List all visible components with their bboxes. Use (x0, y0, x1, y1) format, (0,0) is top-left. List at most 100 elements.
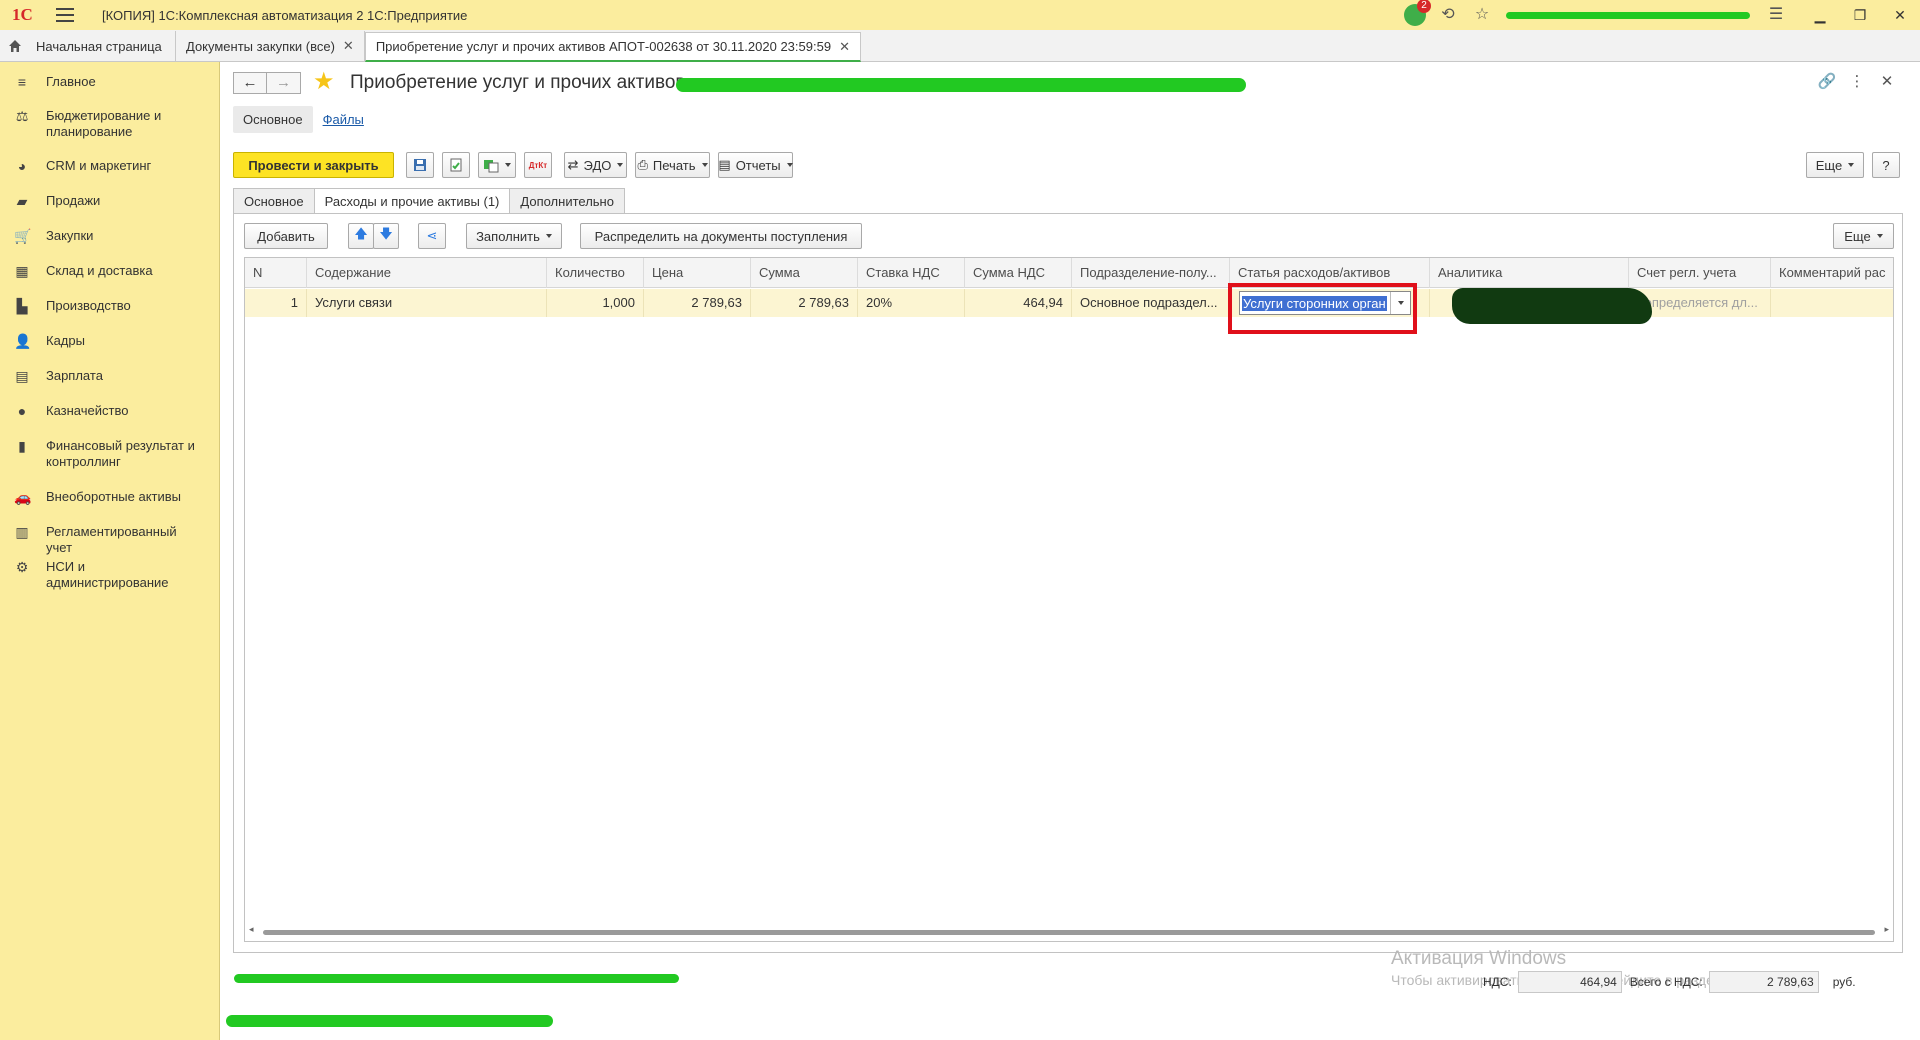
sidebar-item-finance[interactable]: ▮ Финансовый результат и контроллинг (0, 438, 210, 470)
column-content[interactable]: Содержание (307, 258, 547, 288)
tab-purchase-docs-label: Документы закупки (все) (186, 38, 335, 54)
column-qty[interactable]: Количество (547, 258, 644, 288)
close-tab-icon[interactable]: ✕ (343, 38, 354, 54)
move-down-button[interactable]: 🡇 (373, 223, 399, 249)
tab-purchase-docs[interactable]: Документы закупки (все) ✕ (176, 31, 365, 61)
pie-icon: ◕ (17, 158, 27, 174)
column-price[interactable]: Цена (644, 258, 751, 288)
save-button[interactable] (406, 152, 434, 178)
windows-activation-title: Активация Windows (1391, 948, 1567, 969)
more-button[interactable]: Еще (1806, 152, 1864, 178)
reports-button[interactable]: ▤ Отчеты (718, 152, 793, 178)
help-button[interactable]: ? (1872, 152, 1900, 178)
link-icon[interactable]: 🔗 (1812, 72, 1842, 90)
sidebar-item-main[interactable]: ≡ Главное (0, 74, 110, 90)
column-sum[interactable]: Сумма (751, 258, 858, 288)
column-analytics[interactable]: Аналитика (1430, 258, 1629, 288)
settings-menu-icon[interactable]: ☰ (1766, 5, 1786, 25)
ledger-icon: ▥ (15, 524, 29, 540)
column-department[interactable]: Подразделение-полу... (1072, 258, 1230, 288)
favorite-star-icon[interactable]: ★ (313, 70, 335, 94)
forward-button[interactable]: → (267, 72, 301, 94)
distribute-button[interactable]: Распределить на документы поступления (580, 223, 862, 249)
history-icon[interactable]: ⟲ (1438, 5, 1458, 25)
minimize-button[interactable]: ▁ (1800, 7, 1840, 24)
person-icon: 👤 (14, 333, 32, 349)
sidebar-item-crm[interactable]: ◕ CRM и маркетинг (0, 158, 165, 174)
coin-icon: ● (17, 403, 27, 419)
cell-price[interactable]: 2 789,63 (644, 289, 751, 317)
column-comment[interactable]: Комментарий рас (1771, 258, 1893, 288)
table-more-button[interactable]: Еще (1833, 223, 1894, 249)
tab-additional[interactable]: Дополнительно (509, 188, 625, 214)
column-account[interactable]: Счет регл. учета (1629, 258, 1771, 288)
horizontal-scrollbar[interactable]: ◂ ▸ (249, 924, 1889, 937)
car-icon: 🚗 (14, 489, 32, 505)
back-button[interactable]: ← (233, 72, 267, 94)
cell-sum[interactable]: 2 789,63 (751, 289, 858, 317)
sidebar-item-purchases[interactable]: 🛒 Закупки (0, 228, 107, 244)
user-name-redacted (1506, 11, 1750, 19)
warehouse-icon: ▦ (15, 263, 29, 279)
more-vertical-icon[interactable]: ⋮ (1842, 72, 1872, 90)
table-toolbar: Добавить 🡅 🡇 ⋖ Заполнить Распределить на… (244, 223, 1894, 249)
fill-button[interactable]: Заполнить (466, 223, 562, 249)
scrollbar-thumb[interactable] (263, 930, 1875, 935)
create-based-on-button[interactable] (478, 152, 516, 178)
sidebar-item-reg-accounting[interactable]: ▥ Регламентированный учет (0, 524, 219, 556)
move-up-button[interactable]: 🡅 (348, 223, 374, 249)
scroll-left-icon[interactable]: ◂ (249, 924, 254, 935)
share-button[interactable]: ⋖ (418, 223, 446, 249)
column-n[interactable]: N (245, 258, 307, 288)
money-icon: ▤ (15, 368, 29, 384)
cell-qty[interactable]: 1,000 (547, 289, 644, 317)
sidebar-item-admin[interactable]: ⚙ НСИ и администрирование (0, 559, 180, 591)
cell-n[interactable]: 1 (245, 289, 307, 317)
cell-content[interactable]: Услуги связи (307, 289, 547, 317)
print-button[interactable]: ⎙ Печать (635, 152, 710, 178)
dt-kt-icon: ДтКт (528, 160, 548, 170)
add-row-button[interactable]: Добавить (244, 223, 328, 249)
notifications-bell-icon[interactable]: 2 (1404, 0, 1431, 26)
subnav-files-link[interactable]: Файлы (323, 112, 364, 127)
sidebar-item-fixed-assets[interactable]: 🚗 Внеоборотные активы (0, 489, 195, 505)
grand-total-value: 2 789,63 (1708, 971, 1819, 993)
edo-button[interactable]: ⇄ ЭДО (564, 152, 627, 178)
document-number-redacted (676, 78, 1246, 92)
tab-main[interactable]: Основное (233, 188, 315, 214)
tab-current-document[interactable]: Приобретение услуг и прочих активов АПОТ… (364, 32, 861, 62)
sidebar-item-hr[interactable]: 👤 Кадры (0, 333, 99, 349)
main-menu-icon[interactable] (56, 8, 74, 22)
sections-sidebar: ≡ Главное ⚖ Бюджетирование и планирование … (0, 62, 220, 1040)
cell-vat-sum[interactable]: 464,94 (965, 289, 1072, 317)
cell-comment[interactable] (1771, 289, 1893, 317)
cart-icon: 🛒 (14, 228, 32, 244)
subnav-main[interactable]: Основное (233, 106, 313, 133)
scroll-right-icon[interactable]: ▸ (1884, 924, 1889, 935)
factory-icon: ▙ (16, 298, 28, 314)
column-vat-sum[interactable]: Сумма НДС (965, 258, 1072, 288)
column-vat-rate[interactable]: Ставка НДС (858, 258, 965, 288)
tab-home[interactable]: Начальная страница (0, 31, 176, 61)
sidebar-item-warehouse[interactable]: ▦ Склад и доставка (0, 263, 167, 279)
sidebar-item-treasury[interactable]: ● Казначейство (0, 403, 142, 419)
cell-vat-rate[interactable]: 20% (858, 289, 965, 317)
close-window-button[interactable]: ✕ (1880, 7, 1920, 24)
dt-kt-button[interactable]: ДтКт (524, 152, 552, 178)
sidebar-item-salary[interactable]: ▤ Зарплата (0, 368, 117, 384)
tab-home-label: Начальная страница (36, 38, 162, 54)
totals-bar: НДС: 464,94 Всего с НДС: 2 789,63 руб. (1483, 968, 1903, 996)
close-form-icon[interactable]: ✕ (1872, 72, 1902, 90)
favorites-star-icon[interactable]: ☆ (1472, 5, 1492, 25)
arrow-right-icon: → (276, 74, 291, 91)
maximize-button[interactable]: ❐ (1840, 7, 1880, 24)
cell-department[interactable]: Основное подраздел... (1072, 289, 1230, 317)
sidebar-item-sales[interactable]: ▰ Продажи (0, 193, 114, 209)
sidebar-item-budget[interactable]: ⚖ Бюджетирование и планирование (0, 108, 200, 140)
post-and-close-button[interactable]: Провести и закрыть (233, 152, 394, 178)
close-tab-icon[interactable]: ✕ (839, 39, 850, 55)
tab-expenses[interactable]: Расходы и прочие активы (1) (313, 188, 511, 214)
post-document-icon (450, 158, 462, 172)
sidebar-item-production[interactable]: ▙ Производство (0, 298, 145, 314)
post-button[interactable] (442, 152, 470, 178)
